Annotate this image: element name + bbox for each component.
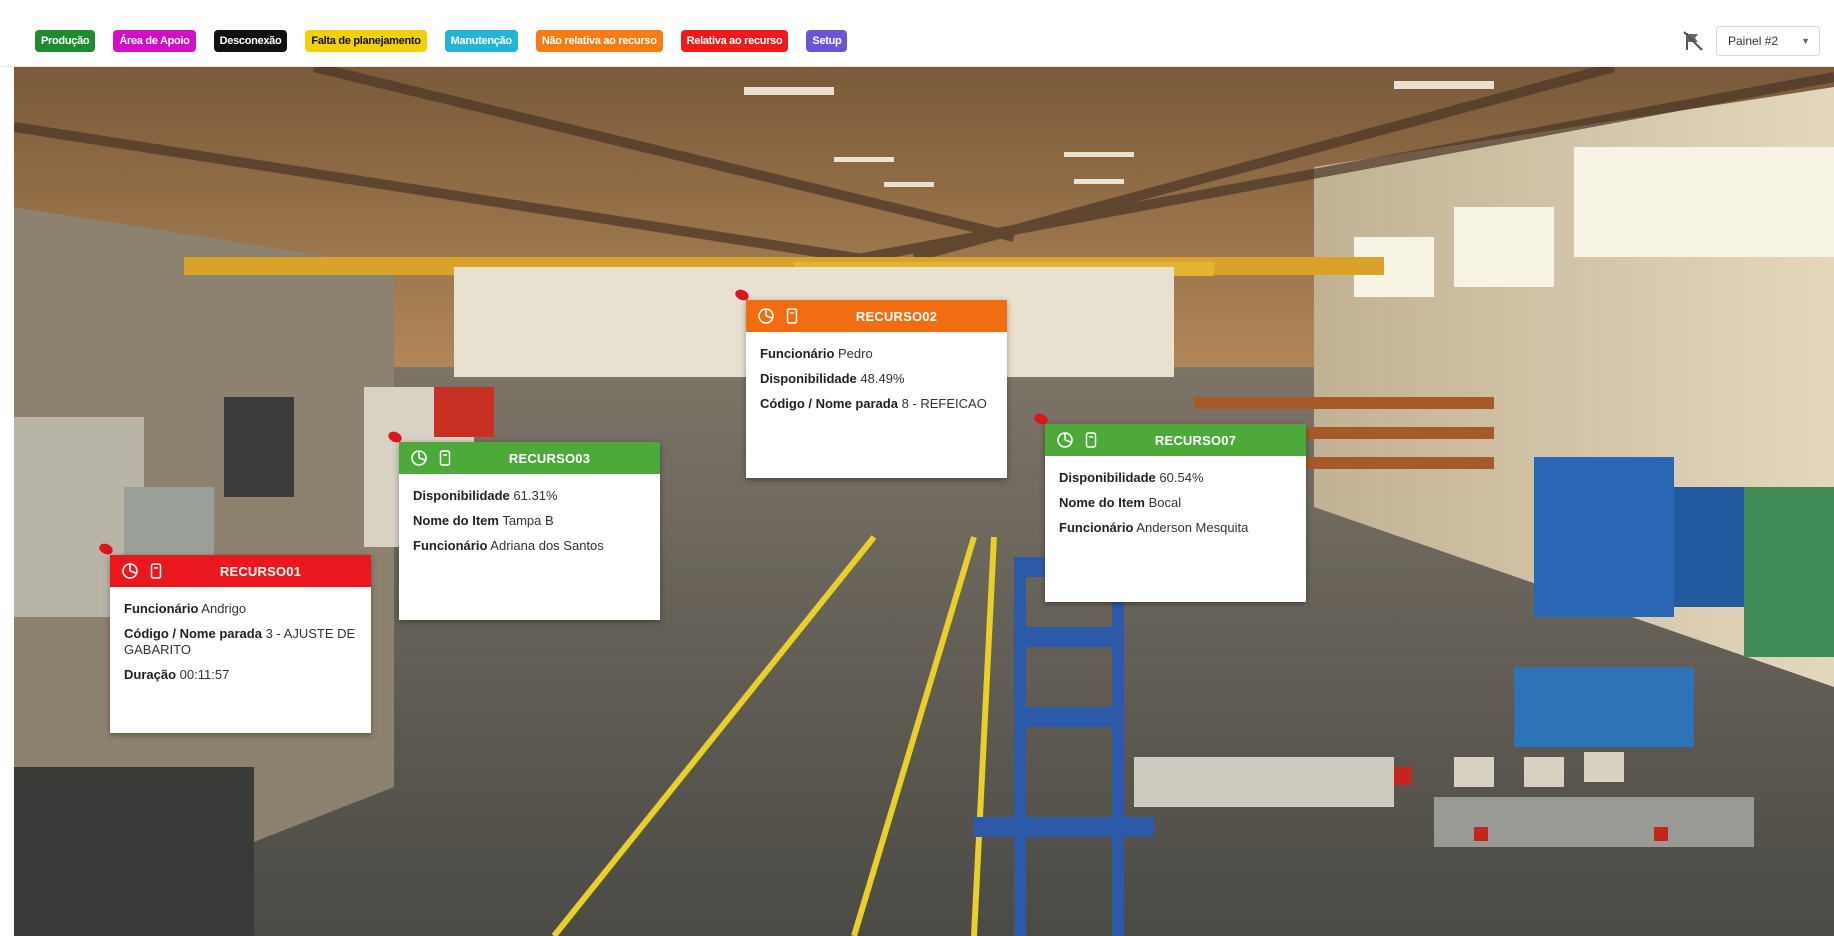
field-label: Disponibilidade — [760, 371, 857, 386]
field-value: 61.31% — [513, 488, 558, 503]
field-value: Andrigo — [201, 601, 247, 616]
legend-area-de-apoio: Área de Apoio — [113, 30, 196, 52]
field-label: Nome do Item — [1059, 495, 1145, 510]
top-bar: Produção Área de Apoio Desconexão Falta … — [0, 0, 1834, 67]
chevron-down-icon: ▼ — [1801, 36, 1810, 46]
legend-desconexao: Desconexão — [213, 30, 288, 52]
field-label: Funcionário — [413, 538, 488, 553]
device-icon[interactable] — [782, 306, 802, 326]
field-value: Pedro — [838, 346, 873, 361]
factory-floor-image — [14, 67, 1834, 936]
card-row: Funcionário Andrigo — [124, 601, 357, 617]
field-label: Disponibilidade — [1059, 470, 1156, 485]
legend-producao: Produção — [35, 30, 96, 52]
device-icon[interactable] — [146, 561, 166, 581]
flag-off-icon[interactable] — [1680, 28, 1706, 54]
field-value: 48.49% — [860, 371, 905, 386]
card-row: Nome do Item Tampa B — [413, 513, 646, 529]
card-row: Duração 00:11:57 — [124, 667, 357, 683]
field-label: Nome do Item — [413, 513, 499, 528]
field-label: Funcionário — [760, 346, 835, 361]
field-label: Código / Nome parada — [760, 396, 898, 411]
pie-chart-icon[interactable] — [1055, 430, 1075, 450]
card-row: Funcionário Pedro — [760, 346, 993, 362]
resource-card-recurso07[interactable]: RECURSO07 Disponibilidade 60.54% Nome do… — [1045, 424, 1306, 602]
panel-select-value: Painel #2 — [1728, 34, 1779, 48]
card-header: RECURSO07 — [1045, 424, 1306, 456]
device-icon[interactable] — [1081, 430, 1101, 450]
field-value: 8 - REFEICAO — [901, 396, 987, 411]
resource-card-recurso02[interactable]: RECURSO02 Funcionário Pedro Disponibilid… — [746, 300, 1007, 478]
card-row: Disponibilidade 61.31% — [413, 488, 646, 504]
field-label: Código / Nome parada — [124, 626, 262, 641]
card-row: Funcionário Adriana dos Santos — [413, 538, 646, 554]
card-row: Disponibilidade 60.54% — [1059, 470, 1292, 486]
card-row: Funcionário Anderson Mesquita — [1059, 520, 1292, 536]
field-value: Adriana dos Santos — [490, 538, 604, 553]
panel-select[interactable]: Painel #2 ▼ — [1716, 26, 1820, 56]
device-icon[interactable] — [435, 448, 455, 468]
pie-chart-icon[interactable] — [409, 448, 429, 468]
legend-manutencao: Manutenção — [444, 30, 518, 52]
card-row: Código / Nome parada 8 - REFEICAO — [760, 396, 993, 412]
field-value: 60.54% — [1159, 470, 1204, 485]
field-value: Bocal — [1148, 495, 1182, 510]
field-label: Funcionário — [1059, 520, 1134, 535]
card-header: RECURSO03 — [399, 442, 660, 474]
field-value: Anderson Mesquita — [1136, 520, 1249, 535]
legend-falta-de-planejamento: Falta de planejamento — [305, 30, 427, 52]
card-header: RECURSO01 — [110, 555, 371, 587]
field-value: 00:11:57 — [179, 667, 230, 682]
card-row: Código / Nome parada 3 - AJUSTE DE GABAR… — [124, 626, 357, 658]
field-label: Disponibilidade — [413, 488, 510, 503]
resource-card-recurso03[interactable]: RECURSO03 Disponibilidade 61.31% Nome do… — [399, 442, 660, 620]
card-header: RECURSO02 — [746, 300, 1007, 332]
card-row: Nome do Item Bocal — [1059, 495, 1292, 511]
resource-card-recurso01[interactable]: RECURSO01 Funcionário Andrigo Código / N… — [110, 555, 371, 733]
legend-nao-relativa: Não relativa ao recurso — [535, 30, 663, 52]
status-legend: Produção Área de Apoio Desconexão Falta … — [35, 30, 848, 52]
pie-chart-icon[interactable] — [120, 561, 140, 581]
field-label: Duração — [124, 667, 177, 682]
card-row: Disponibilidade 48.49% — [760, 371, 993, 387]
field-label: Funcionário — [124, 601, 199, 616]
legend-relativa: Relativa ao recurso — [680, 30, 789, 52]
pie-chart-icon[interactable] — [756, 306, 776, 326]
legend-setup: Setup — [806, 30, 848, 52]
field-value: Tampa B — [502, 513, 554, 528]
